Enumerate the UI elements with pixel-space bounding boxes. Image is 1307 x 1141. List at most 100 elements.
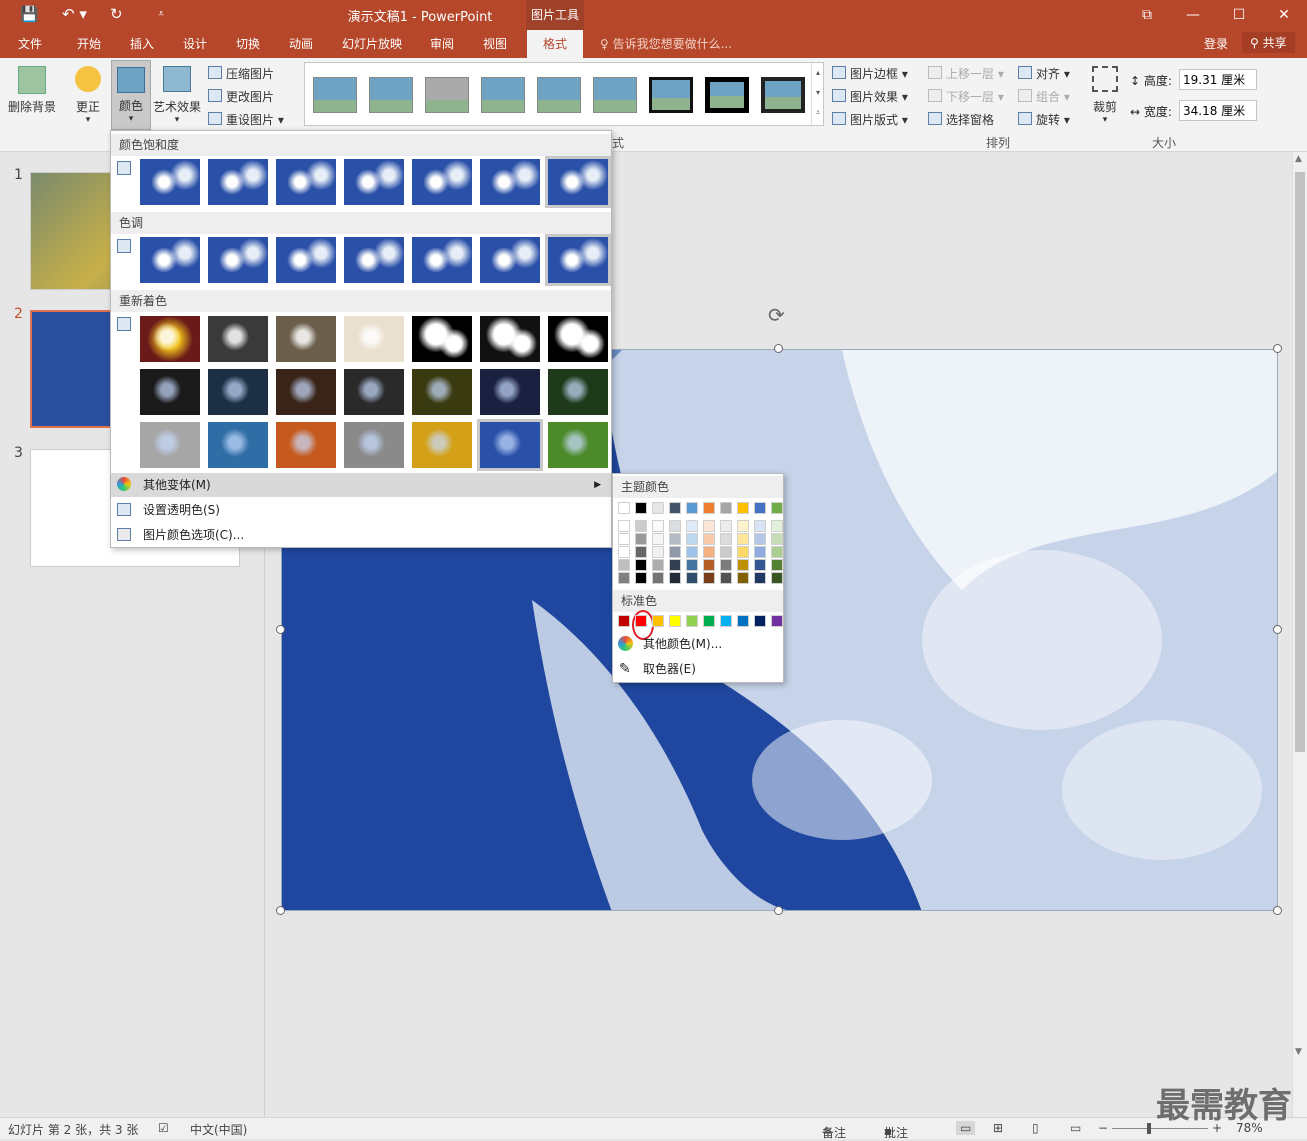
- standard-color-swatch[interactable]: [771, 615, 783, 627]
- remove-background-button[interactable]: 删除背景: [6, 66, 58, 115]
- theme-color-shade[interactable]: [771, 546, 783, 558]
- theme-color-shade[interactable]: [737, 559, 749, 571]
- recolor-swatch[interactable]: [208, 316, 268, 362]
- recolor-swatch[interactable]: [276, 369, 336, 415]
- resize-handle-sw[interactable]: [276, 906, 285, 915]
- theme-color-shade[interactable]: [703, 520, 715, 532]
- theme-color-swatch[interactable]: [635, 502, 647, 514]
- recolor-swatch[interactable]: [208, 369, 268, 415]
- picture-style-1[interactable]: [313, 77, 357, 113]
- standard-color-swatch[interactable]: [618, 615, 630, 627]
- saturation-swatch[interactable]: [412, 159, 472, 205]
- tab-insert[interactable]: 插入: [130, 35, 154, 52]
- tone-swatch[interactable]: [140, 237, 200, 283]
- picture-style-8[interactable]: [705, 77, 749, 113]
- tone-swatch[interactable]: [545, 234, 611, 286]
- theme-color-shade[interactable]: [737, 546, 749, 558]
- tone-swatch[interactable]: [480, 237, 540, 283]
- share-button[interactable]: ⚲ 共享: [1242, 32, 1295, 53]
- theme-color-shade[interactable]: [635, 559, 647, 571]
- theme-color-shade[interactable]: [703, 572, 715, 584]
- theme-color-swatch[interactable]: [771, 502, 783, 514]
- resize-handle-ne[interactable]: [1273, 344, 1282, 353]
- recolor-swatch[interactable]: [140, 422, 200, 468]
- theme-color-swatch[interactable]: [754, 502, 766, 514]
- theme-color-shade[interactable]: [720, 533, 732, 545]
- picture-layout-button[interactable]: 图片版式 ▾: [832, 111, 908, 128]
- theme-color-shade[interactable]: [703, 533, 715, 545]
- sign-in-link[interactable]: 登录: [1204, 35, 1228, 52]
- recolor-swatch[interactable]: [140, 316, 200, 362]
- color-button[interactable]: 颜色 ▾: [111, 60, 151, 130]
- theme-color-shade[interactable]: [771, 533, 783, 545]
- standard-color-swatch[interactable]: [652, 615, 664, 627]
- resize-handle-s[interactable]: [774, 906, 783, 915]
- theme-color-shade[interactable]: [635, 572, 647, 584]
- theme-color-shade[interactable]: [652, 520, 664, 532]
- tab-format[interactable]: 格式: [527, 30, 584, 58]
- saturation-swatch[interactable]: [545, 156, 611, 208]
- tab-transitions[interactable]: 切换: [236, 35, 260, 52]
- theme-color-shade[interactable]: [720, 546, 732, 558]
- theme-color-shade[interactable]: [737, 520, 749, 532]
- slide-sorter-icon[interactable]: ⊞: [993, 1121, 1003, 1135]
- standard-color-swatch[interactable]: [703, 615, 715, 627]
- close-button[interactable]: ✕: [1261, 0, 1307, 30]
- theme-color-shade[interactable]: [737, 572, 749, 584]
- standard-color-swatch[interactable]: [669, 615, 681, 627]
- align-button[interactable]: 对齐 ▾: [1018, 65, 1070, 82]
- recolor-swatch[interactable]: [140, 369, 200, 415]
- height-input[interactable]: [1179, 69, 1257, 90]
- theme-color-shade[interactable]: [635, 520, 647, 532]
- theme-color-swatch[interactable]: [737, 502, 749, 514]
- recolor-swatch[interactable]: [412, 422, 472, 468]
- theme-color-shade[interactable]: [703, 559, 715, 571]
- theme-color-shade[interactable]: [686, 546, 698, 558]
- theme-color-shade[interactable]: [618, 572, 630, 584]
- resize-handle-n[interactable]: [774, 344, 783, 353]
- theme-color-shade[interactable]: [703, 546, 715, 558]
- slideshow-view-icon[interactable]: ▭: [1070, 1121, 1081, 1135]
- eyedropper-item[interactable]: ✎ 取色器(E): [613, 657, 783, 681]
- recolor-swatch[interactable]: [412, 316, 472, 362]
- theme-color-shade[interactable]: [652, 533, 664, 545]
- recolor-swatch[interactable]: [344, 316, 404, 362]
- picture-style-9[interactable]: [761, 77, 805, 113]
- theme-color-shade[interactable]: [686, 520, 698, 532]
- normal-view-icon[interactable]: ▭: [956, 1121, 976, 1135]
- theme-color-shade[interactable]: [737, 533, 749, 545]
- tab-animations[interactable]: 动画: [289, 35, 313, 52]
- theme-color-shade[interactable]: [652, 572, 664, 584]
- reset-picture-button[interactable]: 重设图片 ▾: [208, 111, 284, 128]
- tab-view[interactable]: 视图: [483, 35, 507, 52]
- saturation-swatch[interactable]: [140, 159, 200, 205]
- recolor-swatch[interactable]: [208, 422, 268, 468]
- recolor-swatch[interactable]: [477, 419, 543, 471]
- standard-color-swatch[interactable]: [737, 615, 749, 627]
- theme-color-shade[interactable]: [686, 572, 698, 584]
- scroll-down-icon[interactable]: ▼: [1295, 1047, 1302, 1057]
- theme-color-shade[interactable]: [618, 559, 630, 571]
- tab-review[interactable]: 审阅: [430, 35, 454, 52]
- theme-color-swatch[interactable]: [703, 502, 715, 514]
- corrections-button[interactable]: 更正 ▾: [70, 66, 106, 125]
- theme-color-swatch[interactable]: [652, 502, 664, 514]
- recolor-swatch[interactable]: [548, 316, 608, 362]
- theme-color-shade[interactable]: [686, 559, 698, 571]
- zoom-slider-thumb[interactable]: [1147, 1123, 1151, 1134]
- recolor-swatch[interactable]: [276, 422, 336, 468]
- theme-color-shade[interactable]: [652, 546, 664, 558]
- bring-forward-button[interactable]: 上移一层 ▾: [928, 65, 1004, 82]
- theme-color-shade[interactable]: [754, 546, 766, 558]
- theme-color-shade[interactable]: [669, 533, 681, 545]
- theme-color-swatch[interactable]: [720, 502, 732, 514]
- ribbon-display-icon[interactable]: ⧉: [1124, 0, 1170, 30]
- theme-color-shade[interactable]: [669, 572, 681, 584]
- theme-color-shade[interactable]: [669, 559, 681, 571]
- crop-button[interactable]: 裁剪 ▾: [1090, 66, 1120, 125]
- tone-swatch[interactable]: [208, 237, 268, 283]
- theme-color-shade[interactable]: [771, 520, 783, 532]
- saturation-swatch[interactable]: [208, 159, 268, 205]
- resize-handle-se[interactable]: [1273, 906, 1282, 915]
- picture-style-2[interactable]: [369, 77, 413, 113]
